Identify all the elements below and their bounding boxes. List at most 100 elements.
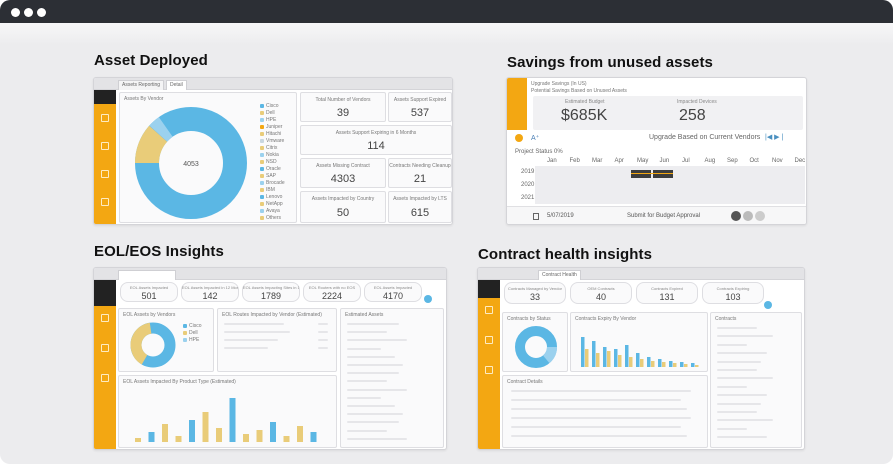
kpi-card-support-expired: Assets Support Expired 537 bbox=[388, 92, 452, 122]
assets-by-vendor-card: Assets By Vendor 4053 Cisco Dell HPE Junipe… bbox=[119, 92, 297, 223]
milestone-status-dot[interactable] bbox=[743, 211, 753, 221]
refresh-icon[interactable] bbox=[764, 301, 772, 309]
table-row bbox=[717, 360, 761, 363]
eol-bar bbox=[175, 436, 182, 442]
maximize-window-button[interactable] bbox=[37, 8, 46, 17]
folder-icon[interactable] bbox=[485, 366, 493, 374]
eol-bar bbox=[135, 438, 141, 442]
tab-assets-reporting[interactable]: Assets Reporting bbox=[118, 80, 165, 90]
contract-bar bbox=[625, 345, 629, 367]
playback-controls[interactable]: |◀ ▶ | bbox=[765, 133, 783, 141]
contract-bar bbox=[658, 359, 662, 367]
contract-donut-title: Contracts by Status bbox=[507, 316, 551, 322]
contract-side-rail bbox=[478, 280, 500, 449]
assets-by-vendor-title: Assets By Vendor bbox=[124, 96, 164, 102]
table-row bbox=[347, 429, 387, 432]
contract-bar bbox=[596, 353, 600, 367]
legend-label: Brocade bbox=[266, 180, 285, 186]
kpi-value: 103 bbox=[725, 292, 741, 302]
legend-label: HPE bbox=[266, 117, 277, 123]
refresh-icon[interactable] bbox=[424, 295, 432, 303]
table-row bbox=[511, 399, 681, 401]
contract-bar bbox=[669, 361, 673, 367]
tab-eol[interactable] bbox=[118, 270, 176, 280]
folder-icon[interactable] bbox=[101, 374, 109, 382]
milestone-owner-avatar[interactable] bbox=[731, 211, 741, 221]
tab-contract-health[interactable]: Contract Health bbox=[538, 270, 581, 280]
table-row bbox=[511, 426, 681, 428]
settings-icon[interactable] bbox=[101, 198, 109, 206]
table-row bbox=[347, 396, 381, 399]
eol-list-title: EOL Routes Impacted by Vendor (Estimated… bbox=[222, 312, 322, 318]
legend-item-oracle: Oracle bbox=[260, 166, 281, 172]
close-window-button[interactable] bbox=[11, 8, 20, 17]
legend-swatch bbox=[260, 124, 264, 129]
contract-bar bbox=[629, 357, 633, 367]
font-size-control[interactable]: A⁺ bbox=[531, 134, 539, 142]
legend-label: Lenovo bbox=[266, 194, 283, 200]
eol-bar bbox=[202, 412, 209, 442]
eol-bar bbox=[270, 422, 276, 442]
table-row bbox=[347, 355, 395, 358]
legend-swatch bbox=[260, 166, 264, 171]
eol-legend-item: Cisco bbox=[183, 323, 202, 329]
folder-icon[interactable] bbox=[101, 170, 109, 178]
table-row bbox=[717, 385, 747, 388]
calendar-icon bbox=[533, 213, 539, 220]
table-row bbox=[717, 369, 757, 371]
legend-item-dell: Dell bbox=[260, 110, 275, 116]
timeline-task-bar-1[interactable] bbox=[631, 170, 651, 178]
contract-bar-chart bbox=[581, 337, 699, 367]
document-icon[interactable] bbox=[485, 306, 493, 314]
tab-detail[interactable]: Detail bbox=[166, 80, 187, 90]
table-row bbox=[347, 388, 407, 391]
eol-legend-item: HPE bbox=[183, 337, 199, 343]
kpi-label: EOL Assets Impacted bbox=[373, 285, 413, 290]
contract-bar-card: Contracts Expiry By Vendor bbox=[570, 312, 708, 372]
kpi-card-country: Assets Impacted by Country 50 bbox=[300, 191, 386, 223]
chart-icon[interactable] bbox=[485, 336, 493, 344]
contract-donut-card: Contracts by Status bbox=[502, 312, 568, 372]
eol-bar-title: EOL Assets Impacted By Product Type (Est… bbox=[123, 379, 236, 385]
month-label: Jan bbox=[547, 158, 557, 164]
chart-icon[interactable] bbox=[101, 142, 109, 150]
legend-swatch bbox=[260, 159, 264, 164]
legend-swatch bbox=[260, 194, 264, 199]
legend-swatch bbox=[260, 131, 264, 136]
contract-bar bbox=[618, 355, 622, 367]
eol-kpi-card: EOL Assets Impacted 501 bbox=[120, 282, 178, 302]
table-row bbox=[717, 411, 757, 413]
kpi-value: 33 bbox=[529, 292, 540, 302]
timeline-task-bar-2[interactable] bbox=[653, 170, 673, 178]
savings-subtitle: Potential Savings Based on Unused Assets bbox=[531, 88, 627, 94]
minimize-window-button[interactable] bbox=[24, 8, 33, 17]
contract-donut-chart bbox=[515, 326, 557, 368]
legend-swatch bbox=[260, 145, 264, 150]
eol-kpi-card: EOL Routers with no EOS 2224 bbox=[303, 282, 361, 302]
milestone-status-dot[interactable] bbox=[755, 211, 765, 221]
legend-swatch bbox=[260, 187, 264, 192]
milestone-row[interactable]: 5/07/2019 Submit for Budget Approval bbox=[507, 206, 806, 224]
kpi-value: 142 bbox=[202, 291, 218, 301]
month-label: Feb bbox=[569, 158, 580, 164]
month-label: Jul bbox=[682, 158, 690, 164]
legend-swatch bbox=[260, 110, 264, 115]
eol-bar bbox=[283, 436, 290, 442]
contract-bar bbox=[691, 363, 695, 367]
kpi-value: 39 bbox=[336, 107, 350, 119]
eol-bar bbox=[148, 432, 155, 442]
kpi-label: Contracts Expiring bbox=[716, 286, 750, 291]
document-icon[interactable] bbox=[101, 114, 109, 122]
kpi-value: 537 bbox=[410, 107, 430, 119]
contract-tabstrip: Contract Health bbox=[478, 268, 804, 280]
chart-icon[interactable] bbox=[101, 344, 109, 352]
contract-bar-title: Contracts Expiry By Vendor bbox=[575, 316, 637, 322]
kpi-label: Contracts Needing Cleanup bbox=[389, 163, 451, 169]
timeline-progress-line bbox=[631, 173, 673, 174]
kpi-card-lts: Assets Impacted by LTS 615 bbox=[388, 191, 452, 223]
year-label: 2019 bbox=[521, 169, 535, 175]
asset-rail-logo bbox=[94, 90, 116, 104]
document-icon[interactable] bbox=[101, 314, 109, 322]
assets-donut-chart: 4053 bbox=[135, 107, 247, 219]
legend-label: Juniper bbox=[266, 124, 283, 130]
